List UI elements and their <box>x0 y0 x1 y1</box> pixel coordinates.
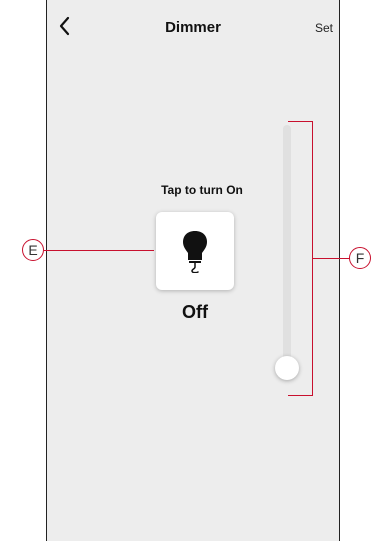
annotated-screenshot: Dimmer Set Tap to turn On Off E F <box>0 0 373 541</box>
brightness-slider-track[interactable] <box>283 125 291 375</box>
light-toggle-tile[interactable] <box>156 212 234 290</box>
set-button[interactable]: Set <box>315 21 333 35</box>
tap-to-turn-on-label: Tap to turn On <box>161 183 243 197</box>
light-state-label: Off <box>182 302 208 322</box>
brightness-slider-thumb[interactable] <box>275 356 299 380</box>
header: Dimmer Set <box>47 0 339 56</box>
callout-f-bracket-bottom <box>288 395 313 396</box>
phone-screen: Dimmer Set Tap to turn On Off <box>46 0 340 541</box>
callout-f-badge: F <box>349 247 371 269</box>
callout-f-bracket-top <box>288 121 313 122</box>
callout-e-badge: E <box>22 239 44 261</box>
light-bulb-icon <box>183 231 207 273</box>
page-title: Dimmer <box>165 19 221 36</box>
callout-e-line <box>44 250 154 251</box>
callout-f-connector <box>312 258 350 259</box>
